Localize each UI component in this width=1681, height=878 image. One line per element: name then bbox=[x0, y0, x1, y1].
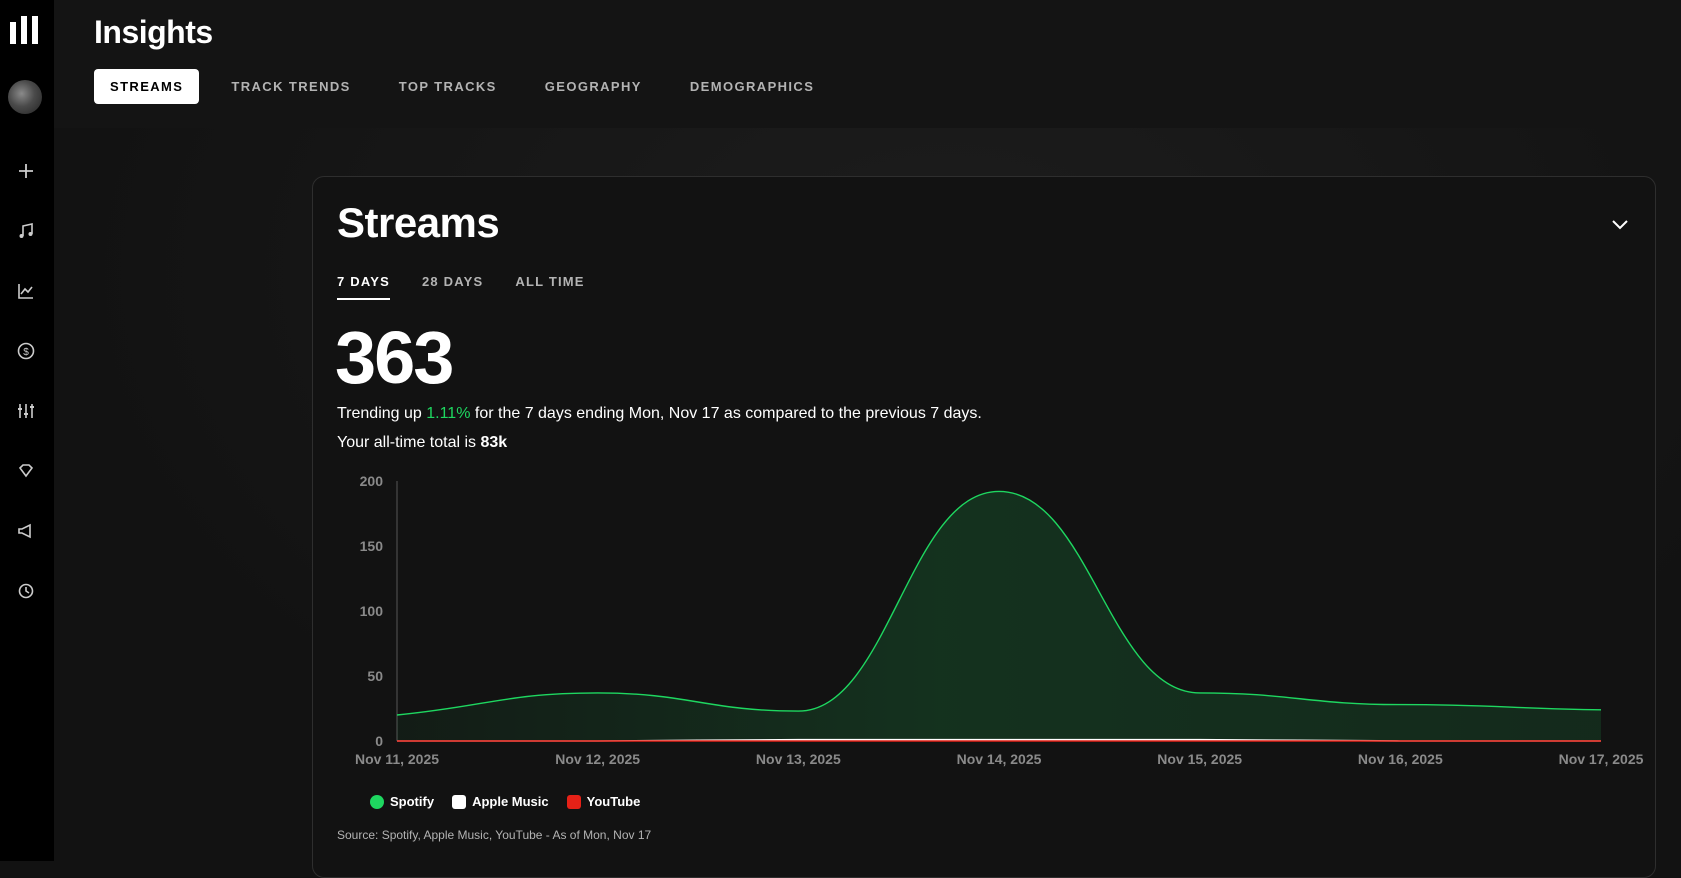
y-tick-label: 0 bbox=[375, 733, 383, 749]
x-tick-label: Nov 14, 2025 bbox=[957, 751, 1042, 767]
youtube-icon bbox=[566, 794, 581, 809]
x-tick-label: Nov 15, 2025 bbox=[1157, 751, 1242, 767]
y-tick-label: 150 bbox=[360, 538, 384, 554]
source-note: Source: Spotify, Apple Music, YouTube - … bbox=[337, 828, 652, 842]
spotify-area bbox=[397, 491, 1601, 741]
spotify-icon bbox=[370, 794, 384, 809]
x-tick-label: Nov 13, 2025 bbox=[756, 751, 841, 767]
apple-music-icon bbox=[452, 794, 467, 809]
x-tick-label: Nov 12, 2025 bbox=[555, 751, 640, 767]
legend-youtube[interactable]: YouTube bbox=[566, 794, 641, 809]
y-tick-label: 100 bbox=[360, 603, 384, 619]
y-tick-label: 200 bbox=[360, 473, 384, 489]
streams-chart: 0 50 100 150 200 Nov 11, 2025 Nov 12, 2025 Nov … bbox=[355, 473, 1644, 767]
x-tick-label: Nov 11, 2025 bbox=[355, 751, 439, 767]
legend-spotify[interactable]: Spotify bbox=[370, 794, 434, 809]
legend-label: Apple Music bbox=[472, 794, 549, 809]
legend-label: Spotify bbox=[390, 794, 435, 809]
x-tick-label: Nov 17, 2025 bbox=[1559, 751, 1644, 767]
y-tick-label: 50 bbox=[367, 668, 383, 684]
legend-label: YouTube bbox=[586, 794, 641, 809]
x-tick-label: Nov 16, 2025 bbox=[1358, 751, 1443, 767]
legend-apple-music[interactable]: Apple Music bbox=[452, 794, 549, 809]
chart-legend: Spotify Apple Music YouTube bbox=[370, 794, 640, 809]
